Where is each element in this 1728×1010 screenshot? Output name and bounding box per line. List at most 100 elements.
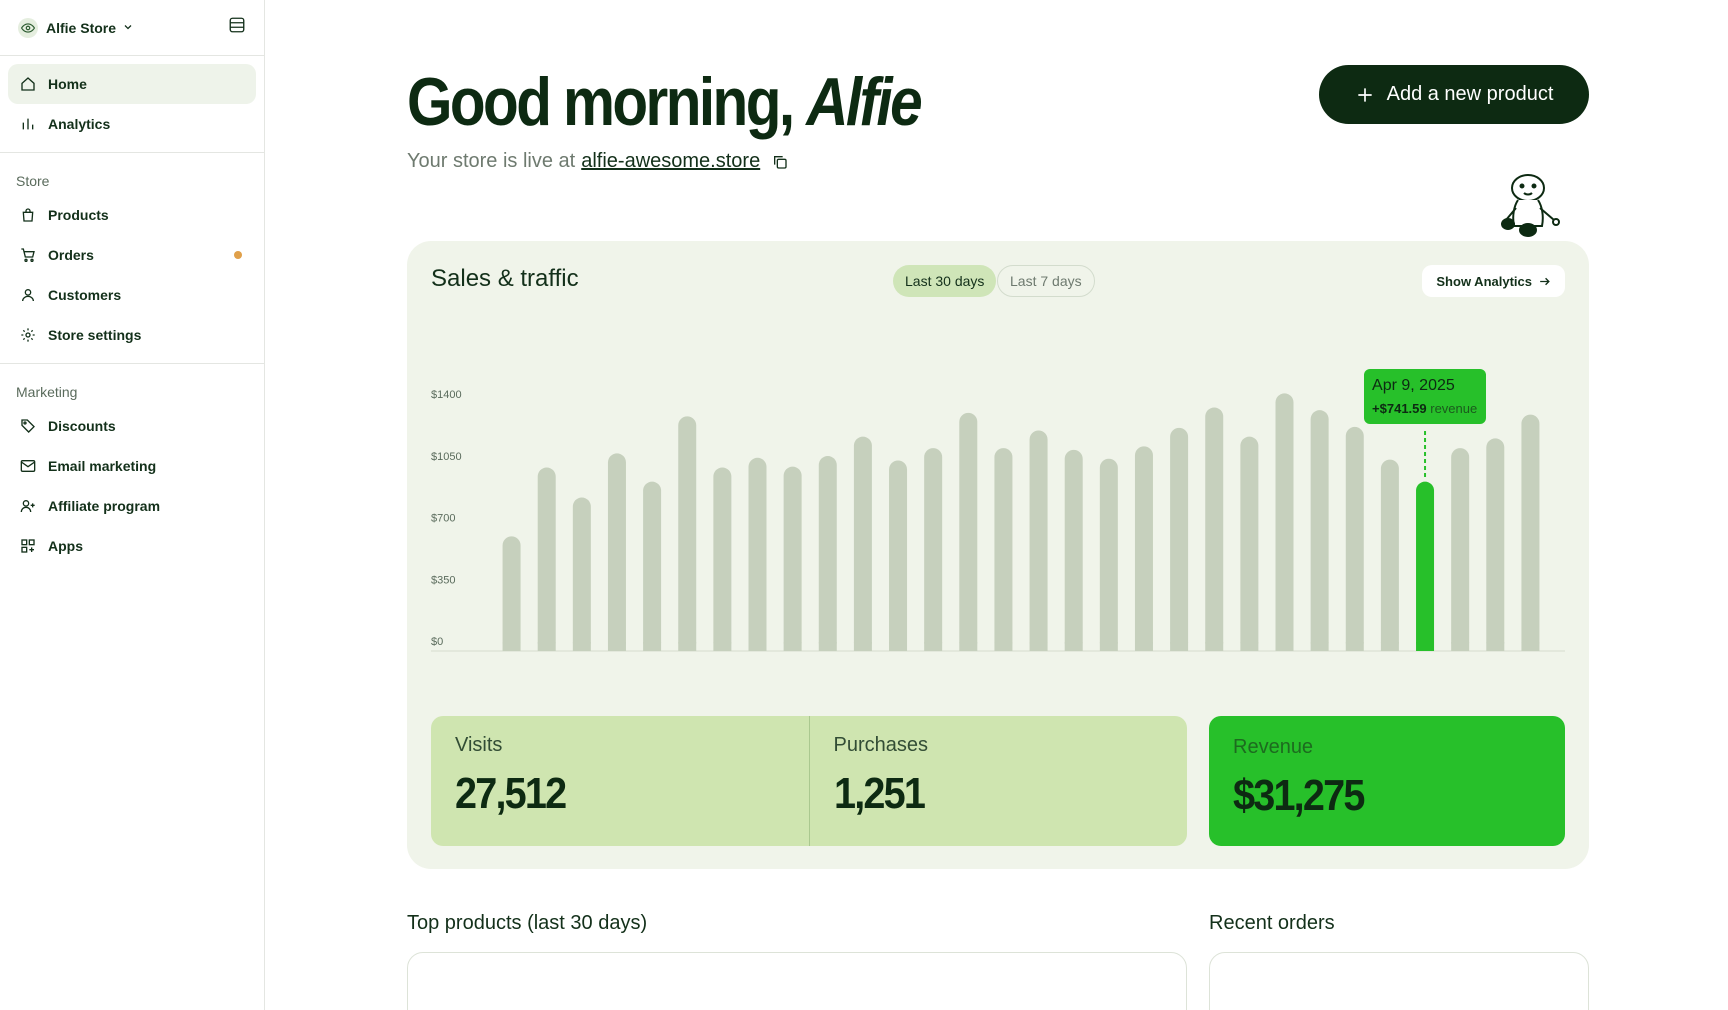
mascot-illustration <box>1498 172 1568 243</box>
chart-bar[interactable] <box>502 536 521 651</box>
chart-bar[interactable] <box>607 453 626 651</box>
range-last-7-days[interactable]: Last 7 days <box>997 265 1095 297</box>
chart-bar[interactable] <box>889 460 908 651</box>
show-analytics-button[interactable]: Show Analytics <box>1422 265 1565 297</box>
range-last-30-days[interactable]: Last 30 days <box>893 265 997 297</box>
chart-bar-base <box>1170 642 1189 651</box>
mail-icon <box>20 458 36 474</box>
revenue-value: $31,275 <box>1233 771 1365 820</box>
chart-bar[interactable] <box>1029 430 1048 651</box>
chart-bar[interactable] <box>783 466 802 651</box>
chart-bar[interactable] <box>748 457 767 651</box>
chart-bar-base <box>1521 642 1540 651</box>
tooltip-amount: +$741.59 <box>1372 401 1427 416</box>
sidebar-item-discounts[interactable]: Discounts <box>8 406 256 446</box>
store-section-title: Store <box>16 173 50 189</box>
chart-bar[interactable] <box>1521 414 1540 651</box>
y-tick-label: $0 <box>431 636 443 648</box>
chart-bar[interactable] <box>924 448 943 651</box>
chart-bar-base <box>1205 642 1224 651</box>
chart-bar-base <box>713 642 732 651</box>
user-name: Alfie <box>806 64 922 140</box>
marketing-section-title: Marketing <box>16 384 78 400</box>
page-title: Good morning, Alfie <box>407 62 923 142</box>
gear-icon <box>20 327 36 343</box>
add-product-label: Add a new product <box>1386 83 1554 105</box>
chart-bar[interactable] <box>1099 458 1118 651</box>
card-title: Sales & traffic <box>431 265 579 292</box>
tooltip-date: Apr 9, 2025 <box>1372 377 1455 394</box>
sidebar-item-store-settings[interactable]: Store settings <box>8 315 256 355</box>
sidebar-item-orders[interactable]: Orders <box>8 235 256 275</box>
chart-bar-base <box>537 642 556 651</box>
sidebar-item-customers[interactable]: Customers <box>8 275 256 315</box>
sidebar-item-apps[interactable]: Apps <box>8 526 256 566</box>
chart-bar-base <box>572 642 591 651</box>
chart-bar[interactable] <box>1380 459 1399 651</box>
chart-bar[interactable] <box>959 412 978 651</box>
chart-bar[interactable] <box>1240 436 1259 651</box>
chart-bar[interactable] <box>572 497 591 651</box>
sidebar-item-label: Customers <box>48 287 122 303</box>
bar-chart-icon <box>20 116 36 132</box>
chart-bar[interactable] <box>1486 438 1505 651</box>
chart-bar[interactable] <box>853 436 872 651</box>
sidebar-item-label: Home <box>48 76 87 92</box>
chart-bar-base <box>1310 642 1329 651</box>
eye-icon <box>18 17 38 38</box>
sidebar-item-analytics[interactable]: Analytics <box>8 104 256 144</box>
chart-bar[interactable] <box>994 448 1013 651</box>
chart-bar[interactable] <box>537 467 556 651</box>
chart-bar[interactable] <box>1275 393 1294 651</box>
chart-bar-base <box>853 642 872 651</box>
user-icon <box>20 287 36 303</box>
user-plus-icon <box>20 498 36 514</box>
chart-bar-base <box>889 642 908 651</box>
sidebar-item-products[interactable]: Products <box>8 195 256 235</box>
sidebar: Alfie Store Home Analytics Store Product… <box>0 0 265 1010</box>
chart-bar[interactable] <box>1064 449 1083 651</box>
chart-bar-base <box>783 642 802 651</box>
copy-icon[interactable] <box>772 154 788 170</box>
chart-bar-base <box>1240 642 1259 651</box>
y-tick-label: $1050 <box>431 451 462 463</box>
main-content: Good morning, Alfie Your store is live a… <box>265 0 1728 1010</box>
chevron-down-icon[interactable] <box>122 20 134 38</box>
chart-bar-base <box>1416 642 1435 651</box>
storefront-icon[interactable] <box>228 16 246 39</box>
chart-bar[interactable] <box>1134 446 1153 651</box>
add-product-button[interactable]: Add a new product <box>1319 65 1589 124</box>
main-nav: Home Analytics <box>0 56 264 153</box>
sidebar-item-affiliate-program[interactable]: Affiliate program <box>8 486 256 526</box>
chart-bar[interactable] <box>1205 407 1224 651</box>
revenue-stat: Revenue $31,275 <box>1209 716 1565 846</box>
chart-bar-highlighted[interactable] <box>1416 481 1435 651</box>
stats-panel: Visits 27,512 Purchases 1,251 <box>431 716 1187 846</box>
chart-bar[interactable] <box>678 416 697 651</box>
store-url-link[interactable]: alfie-awesome.store <box>581 150 760 173</box>
store-name[interactable]: Alfie Store <box>46 20 116 36</box>
chart-bar[interactable] <box>1170 427 1189 651</box>
chart-bar[interactable] <box>643 481 662 651</box>
chart-bar[interactable] <box>1310 410 1329 651</box>
purchases-stat: Purchases 1,251 <box>808 716 1188 846</box>
top-products-title: Top products (last 30 days) <box>407 912 648 934</box>
visits-label: Visits <box>455 734 503 756</box>
chart-bar-base <box>678 642 697 651</box>
y-tick-label: $700 <box>431 513 455 525</box>
chart-bar[interactable] <box>818 456 837 651</box>
sidebar-item-email-marketing[interactable]: Email marketing <box>8 446 256 486</box>
live-text: Your store is live at <box>407 150 576 172</box>
sidebar-item-label: Affiliate program <box>48 498 161 514</box>
recent-orders-title: Recent orders <box>1209 912 1335 934</box>
chart-bar-base <box>1486 642 1505 651</box>
store-switcher[interactable]: Alfie Store <box>0 0 264 56</box>
sidebar-item-home[interactable]: Home <box>8 64 256 104</box>
chart-bar-base <box>924 642 943 651</box>
marketing-nav: Marketing Discounts Email marketing Affi… <box>0 364 264 574</box>
purchases-label: Purchases <box>833 734 929 756</box>
chart-bar[interactable] <box>1345 426 1364 651</box>
chart-bar[interactable] <box>1451 448 1470 651</box>
chart-bar[interactable] <box>713 467 732 651</box>
chart-bar-base <box>643 642 662 651</box>
